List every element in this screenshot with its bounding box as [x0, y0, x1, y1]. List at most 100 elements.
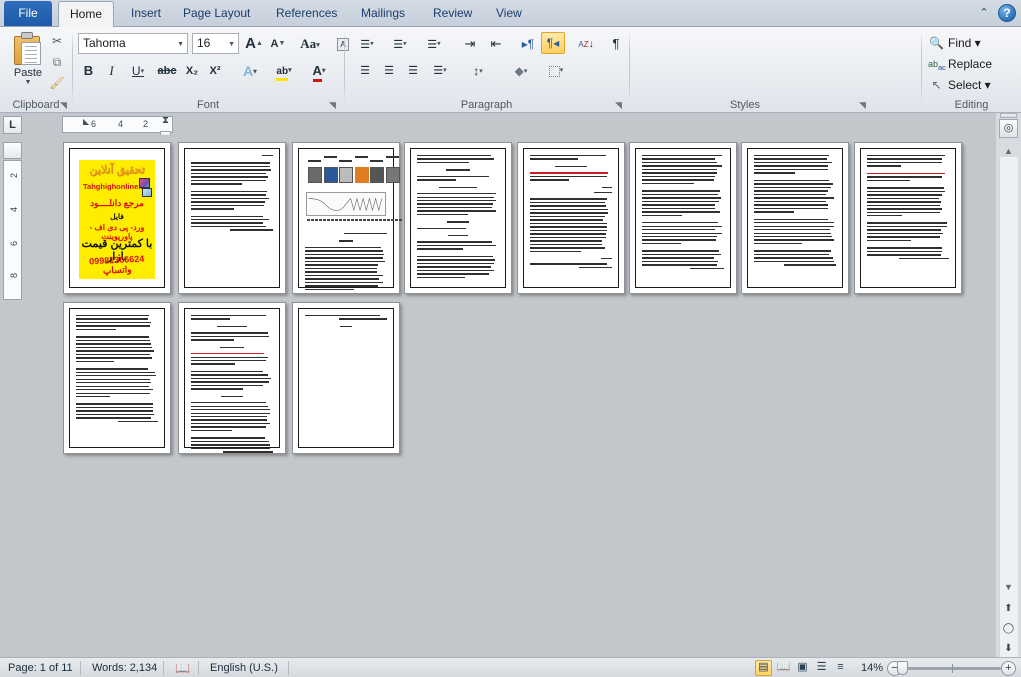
page-text-lines	[530, 155, 612, 274]
justify-icon[interactable]: ☰▾	[425, 60, 455, 82]
paragraph-dialog-launcher[interactable]: ◥	[613, 100, 624, 111]
status-page-number[interactable]: Page: 1 of 11	[0, 658, 81, 677]
clipboard-dialog-launcher[interactable]: ◥	[58, 100, 69, 111]
page-thumbnail-2[interactable]	[178, 142, 286, 294]
vertical-ruler[interactable]: 2 4 6 8	[3, 160, 22, 300]
zoom-level-label[interactable]: 14%	[853, 658, 891, 677]
previous-page-icon[interactable]: ⬆	[999, 600, 1018, 619]
page-thumbnail-5[interactable]	[517, 142, 625, 294]
tab-mailings[interactable]: Mailings	[350, 1, 416, 27]
status-word-count[interactable]: Words: 2,134	[84, 658, 165, 677]
tab-insert[interactable]: Insert	[120, 1, 172, 27]
font-name-combo[interactable]: Tahoma ▼	[78, 33, 188, 54]
format-painter-icon[interactable]: 🖌	[46, 73, 68, 94]
page-thumbnail-4[interactable]	[404, 142, 512, 294]
font-size-combo[interactable]: 16 ▼	[192, 33, 239, 54]
page-thumbnail-9[interactable]	[63, 302, 171, 454]
copy-icon[interactable]: ⧉	[46, 52, 68, 73]
strikethrough-icon[interactable]: abc	[155, 60, 179, 82]
first-line-indent-marker[interactable]: ◣	[83, 117, 89, 126]
tab-page-layout[interactable]: Page Layout	[172, 1, 261, 27]
browse-object-icon[interactable]: ◯	[999, 620, 1018, 639]
view-web-layout-icon[interactable]: ▣	[794, 660, 811, 676]
shading-icon[interactable]: ◆▾	[506, 60, 536, 82]
right-indent-marker[interactable]: ⧗	[162, 115, 169, 126]
horizontal-ruler[interactable]: 6 4 2 ◣ ⧗	[62, 116, 173, 133]
grow-font-icon[interactable]: A▲	[243, 33, 265, 55]
line-spacing-icon[interactable]: ↕▾	[463, 60, 493, 82]
align-right-icon[interactable]: ☰	[401, 60, 425, 82]
zoom-slider-thumb[interactable]	[897, 661, 908, 675]
subscript-icon[interactable]: X₂	[181, 60, 203, 82]
decrease-indent-icon[interactable]: ⇥	[458, 33, 482, 55]
scroll-up-arrow-icon[interactable]: ▲	[999, 143, 1018, 160]
help-icon[interactable]: ?	[998, 4, 1016, 22]
borders-icon[interactable]: ▾	[541, 60, 571, 82]
font-color-icon[interactable]: A▾	[304, 60, 334, 82]
tab-selector-button[interactable]: L	[3, 116, 22, 134]
paste-button[interactable]: Paste ▼	[8, 30, 48, 98]
vruler-mark-8: 8	[9, 273, 19, 278]
split-window-handle[interactable]	[1000, 113, 1017, 118]
page-text-lines	[305, 315, 387, 332]
cover-line-1: مرجع دانلــــود	[79, 198, 155, 209]
shrink-font-icon[interactable]: A▼	[267, 33, 289, 55]
multilevel-list-icon[interactable]: ☰▾	[419, 33, 449, 55]
scroll-down-arrow-icon[interactable]: ▼	[999, 579, 1018, 596]
view-print-layout-icon[interactable]: ▤	[755, 660, 772, 676]
cover-title: تحقیق آنلاین	[79, 163, 155, 176]
replace-button[interactable]: abac Replace	[926, 54, 1018, 75]
numbering-icon[interactable]: ☰▾	[385, 33, 415, 55]
text-effects-icon[interactable]: A▾	[236, 60, 264, 82]
tab-file[interactable]: File	[4, 1, 52, 26]
styles-dialog-launcher[interactable]: ◥	[857, 100, 868, 111]
tab-home[interactable]: Home	[58, 1, 114, 27]
font-size-chevron-down-icon[interactable]: ▼	[228, 34, 235, 55]
cover-line-2: فایل	[79, 212, 155, 221]
view-outline-icon[interactable]: ☰	[813, 660, 830, 676]
status-language[interactable]: English (U.S.)	[202, 658, 286, 677]
tab-view[interactable]: View	[485, 1, 533, 27]
bold-icon[interactable]: B	[78, 60, 99, 82]
minimize-ribbon-icon[interactable]: ⌃	[976, 5, 992, 21]
proofing-status-icon[interactable]: 📖	[167, 658, 198, 677]
select-browse-object-icon[interactable]: ◎	[999, 119, 1018, 138]
align-left-icon[interactable]: ☰	[353, 60, 377, 82]
paste-dropdown-arrow[interactable]: ▼	[8, 79, 48, 87]
change-case-icon[interactable]: Aa▾	[295, 33, 325, 55]
select-button[interactable]: ↖ Select ▾	[926, 75, 1018, 96]
page-thumbnail-1[interactable]: تحقیق آنلاین Tahghighonline.ir ➤ مرجع دا…	[63, 142, 171, 294]
scrollbar-track[interactable]	[999, 157, 1018, 677]
page-thumbnail-8[interactable]	[854, 142, 962, 294]
page-thumbnail-11[interactable]	[292, 302, 400, 454]
italic-icon[interactable]: I	[101, 60, 122, 82]
increase-indent-icon[interactable]: ⇤	[484, 33, 508, 55]
cut-icon[interactable]: ✂	[46, 31, 68, 52]
font-dialog-launcher[interactable]: ◥	[327, 100, 338, 111]
text-highlight-icon[interactable]: ab▾	[269, 60, 299, 82]
view-draft-icon[interactable]: ≡	[832, 660, 849, 676]
font-name-chevron-down-icon[interactable]: ▼	[177, 34, 184, 55]
tab-review[interactable]: Review	[422, 1, 483, 27]
right-to-left-text-icon[interactable]: ¶◂	[541, 32, 565, 54]
document-canvas[interactable]: تحقیق آنلاین Tahghighonline.ir ➤ مرجع دا…	[25, 135, 996, 658]
page-thumbnail-10[interactable]	[178, 302, 286, 454]
replace-label: Replace	[948, 57, 992, 71]
align-center-icon[interactable]: ☰	[377, 60, 401, 82]
show-formatting-marks-icon[interactable]: ¶	[605, 33, 627, 55]
view-full-screen-reading-icon[interactable]: 📖	[775, 660, 792, 676]
zoom-in-button[interactable]: +	[1001, 661, 1016, 676]
vruler-mark-4: 4	[9, 207, 19, 212]
sort-icon[interactable]: AZ↓	[573, 33, 599, 55]
page-thumbnail-3[interactable]	[292, 142, 400, 294]
left-to-right-text-icon[interactable]: ▸¶	[516, 33, 540, 55]
page-thumbnail-6[interactable]	[629, 142, 737, 294]
vruler-mark-2: 2	[9, 173, 19, 178]
page-text-lines	[754, 155, 836, 272]
tab-references[interactable]: References	[265, 1, 348, 27]
underline-icon[interactable]: U▾	[124, 60, 152, 82]
find-button[interactable]: 🔍 Find ▾	[926, 33, 1018, 54]
bullets-icon[interactable]: ☰▾	[353, 33, 381, 55]
superscript-icon[interactable]: X²	[204, 60, 226, 82]
page-thumbnail-7[interactable]	[741, 142, 849, 294]
